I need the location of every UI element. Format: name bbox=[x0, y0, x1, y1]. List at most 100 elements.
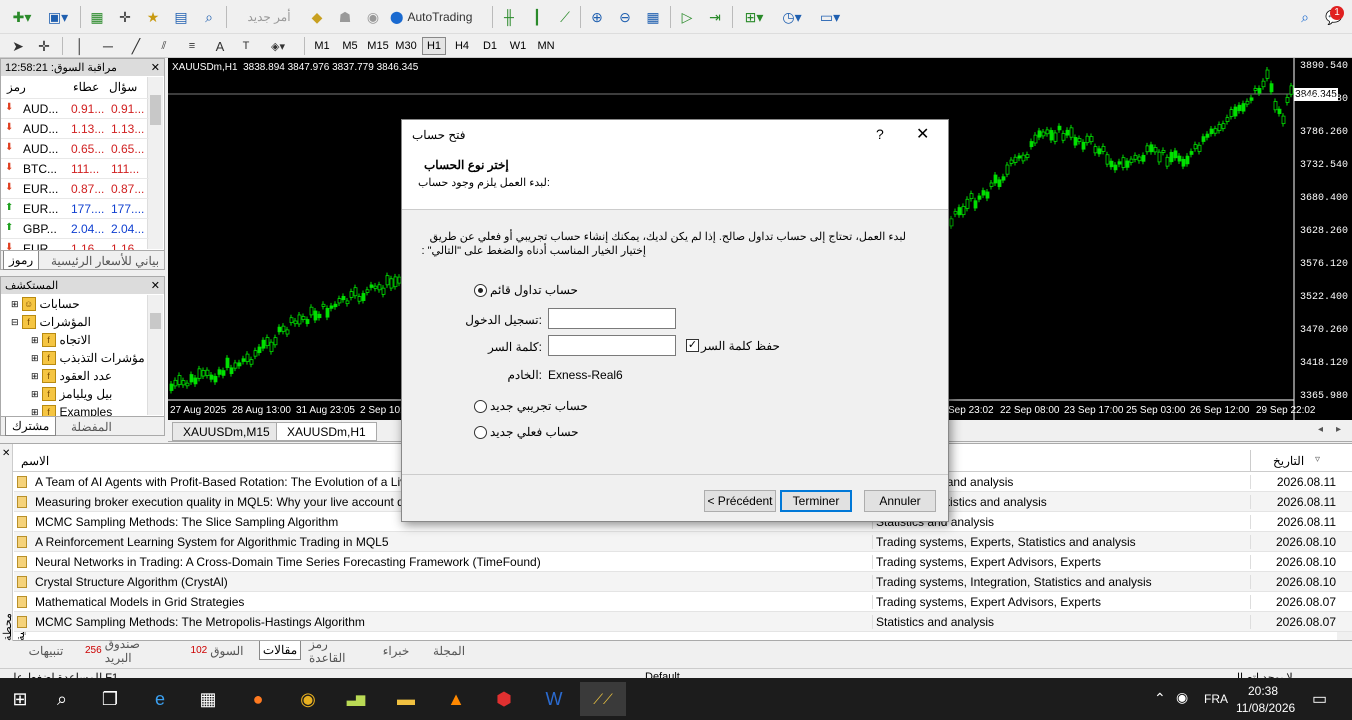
store-icon[interactable]: ▦ bbox=[188, 682, 228, 716]
timeframe-m1[interactable]: M1 bbox=[310, 37, 334, 55]
article-row[interactable]: Mathematical Models in Grid Strategies Tr… bbox=[14, 592, 1352, 612]
help-button[interactable]: ? bbox=[876, 126, 884, 142]
tab-terminal[interactable]: المجلة bbox=[423, 641, 475, 660]
radio-new-demo[interactable] bbox=[474, 400, 487, 413]
templates-icon[interactable]: ▭▾ bbox=[814, 7, 846, 27]
zoom-out-icon[interactable]: ⊖ bbox=[614, 7, 636, 27]
scrollbar-thumb[interactable] bbox=[150, 95, 161, 125]
crosshair-icon[interactable]: ✛ bbox=[34, 36, 54, 56]
timeframe-m5[interactable]: M5 bbox=[338, 37, 362, 55]
mt-app-icon[interactable]: ▃▆ bbox=[336, 682, 376, 716]
scrollbar[interactable] bbox=[147, 77, 163, 249]
text-icon[interactable]: A bbox=[210, 36, 230, 56]
metatrader-icon[interactable]: ⟋⟋ bbox=[580, 682, 626, 716]
market-watch-row[interactable]: ⬇ AUD... 0.65... 0.65... bbox=[1, 138, 149, 158]
close-icon[interactable]: ✕ bbox=[151, 61, 160, 74]
finish-button[interactable]: Terminer bbox=[780, 490, 852, 512]
login-input[interactable] bbox=[548, 308, 676, 329]
tab-terminal[interactable]: خبراء bbox=[377, 641, 415, 660]
nav-item-bill-williams[interactable]: ⊞ f بيل ويليامز bbox=[31, 385, 112, 403]
col-ask[interactable]: سؤال bbox=[109, 77, 145, 97]
tab-favorites[interactable]: المفضلة bbox=[65, 417, 118, 436]
navigator-icon[interactable]: ★ bbox=[142, 7, 164, 27]
article-row[interactable]: Neural Networks in Trading: A Cross-Doma… bbox=[14, 552, 1352, 572]
tab-common[interactable]: مشترك bbox=[5, 417, 57, 436]
save-password-checkbox[interactable]: ✓ bbox=[686, 339, 699, 352]
tab-chart-m15[interactable]: XAUUSDm,M15 bbox=[172, 422, 281, 441]
text-label-icon[interactable]: T bbox=[236, 36, 256, 56]
scrollbar[interactable] bbox=[147, 295, 163, 415]
market-watch-row[interactable]: ⬆ EUR... 177.... 177.... bbox=[1, 198, 149, 218]
radio-icon[interactable]: ◉ bbox=[362, 7, 384, 27]
article-row[interactable]: MCMC Sampling Methods: The Metropolis-Ha… bbox=[14, 612, 1352, 632]
nav-item-volumes[interactable]: ⊞ f عدد العقود bbox=[31, 367, 112, 385]
indicators-icon[interactable]: ⊞▾ bbox=[738, 7, 770, 27]
clock-time[interactable]: 20:38 bbox=[1238, 684, 1288, 698]
col-symbol[interactable]: رمز bbox=[7, 77, 37, 97]
tab-terminal[interactable]: تنبيهات bbox=[21, 641, 71, 660]
col-bid[interactable]: عطاء bbox=[73, 77, 105, 97]
channel-icon[interactable]: ⫽ bbox=[154, 36, 174, 56]
timeframe-d1[interactable]: D1 bbox=[478, 37, 502, 55]
timeframe-h1[interactable]: H1 bbox=[422, 37, 446, 55]
tab-scroll-right-icon[interactable]: ▸ bbox=[1336, 424, 1341, 435]
password-input[interactable] bbox=[548, 335, 676, 356]
tab-terminal[interactable]: مقالات bbox=[259, 641, 301, 660]
tile-windows-icon[interactable]: ▦ bbox=[642, 7, 664, 27]
language-indicator[interactable]: FRA bbox=[1204, 692, 1228, 706]
edge-icon[interactable]: e bbox=[140, 682, 180, 716]
periods-icon[interactable]: ◷▾ bbox=[776, 7, 808, 27]
network-icon[interactable]: ◉ bbox=[1176, 689, 1188, 706]
chevron-up-icon[interactable]: ⌃ bbox=[1154, 690, 1166, 707]
scrollbar-thumb[interactable] bbox=[150, 313, 161, 329]
col-name[interactable]: الاسم bbox=[21, 454, 49, 468]
firefox-icon[interactable]: ● bbox=[238, 682, 278, 716]
chart-shift-icon[interactable]: ⇥ bbox=[704, 7, 726, 27]
tab-terminal[interactable]: 102 السوق bbox=[183, 641, 251, 660]
timeframe-m30[interactable]: M30 bbox=[394, 37, 418, 55]
meta-editor-icon[interactable]: ◆ bbox=[306, 7, 328, 27]
clock-date[interactable]: 11/08/2026 bbox=[1236, 701, 1295, 715]
candle-chart-icon[interactable]: ┃ bbox=[526, 7, 548, 27]
article-row[interactable]: A Reinforcement Learning System for Algo… bbox=[14, 532, 1352, 552]
nav-item-oscillators[interactable]: ⊞ f مؤشرات التذبذب bbox=[31, 349, 145, 367]
cancel-button[interactable]: Annuler bbox=[864, 490, 936, 512]
close-icon[interactable]: ✕ bbox=[151, 279, 160, 292]
fibonacci-icon[interactable]: ≡ bbox=[182, 36, 202, 56]
profiles-icon[interactable]: ▣▾ bbox=[44, 7, 72, 27]
task-view-icon[interactable]: ❐ bbox=[90, 682, 130, 716]
radio-existing-account[interactable] bbox=[474, 284, 487, 297]
market-watch-row[interactable]: ⬇ BTC... 111... 111... bbox=[1, 158, 149, 178]
shapes-icon[interactable]: ◈▾ bbox=[262, 36, 294, 56]
back-button[interactable]: < Précédent bbox=[704, 490, 776, 512]
market-watch-row[interactable]: ⬇ AUD... 0.91... 0.91... bbox=[1, 98, 149, 118]
vertical-line-icon[interactable]: │ bbox=[70, 36, 90, 56]
zoom-in-icon[interactable]: ⊕ bbox=[586, 7, 608, 27]
data-window-icon[interactable]: ✛ bbox=[114, 7, 136, 27]
tab-chart-h1[interactable]: XAUUSDm,H1 bbox=[276, 422, 377, 441]
search-icon[interactable]: ⌕ bbox=[1294, 7, 1316, 27]
nav-item-accounts[interactable]: ⊞ ☺ حسابات bbox=[11, 295, 80, 313]
trendline-icon[interactable]: ╱ bbox=[126, 36, 146, 56]
close-icon[interactable]: ✕ bbox=[916, 124, 929, 144]
start-icon[interactable]: ⊞ bbox=[0, 682, 40, 716]
article-row[interactable]: Crystal Structure Algorithm (CrystAl) Tra… bbox=[14, 572, 1352, 592]
line-chart-icon[interactable]: ⟋ bbox=[554, 7, 576, 27]
tab-symbols[interactable]: رموز bbox=[3, 251, 40, 270]
timeframe-m15[interactable]: M15 bbox=[366, 37, 390, 55]
autotrading-button[interactable]: ⬤ AutoTrading bbox=[390, 6, 486, 28]
nav-item-indicators[interactable]: ⊟ f المؤشرات bbox=[11, 313, 91, 331]
autoscroll-icon[interactable]: ▷ bbox=[676, 7, 698, 27]
col-date[interactable]: التاريخ bbox=[1273, 454, 1304, 468]
market-watch-row[interactable]: ⬇ AUD... 1.13... 1.13... bbox=[1, 118, 149, 138]
horizontal-line-icon[interactable]: ─ bbox=[98, 36, 118, 56]
cursor-icon[interactable]: ➤ bbox=[8, 36, 28, 56]
market-watch-icon[interactable]: ▦ bbox=[86, 7, 108, 27]
chrome-icon[interactable]: ◉ bbox=[288, 682, 328, 716]
nav-item-trend[interactable]: ⊞ f الاتجاه bbox=[31, 331, 91, 349]
close-icon[interactable]: ✕ bbox=[2, 448, 10, 459]
tab-terminal[interactable]: 256 صندوق البريد bbox=[79, 637, 175, 665]
timeframe-mn[interactable]: MN bbox=[534, 37, 558, 55]
market-watch-row[interactable]: ⬆ GBP... 2.04... 2.04... bbox=[1, 218, 149, 238]
word-icon[interactable]: W bbox=[534, 682, 574, 716]
